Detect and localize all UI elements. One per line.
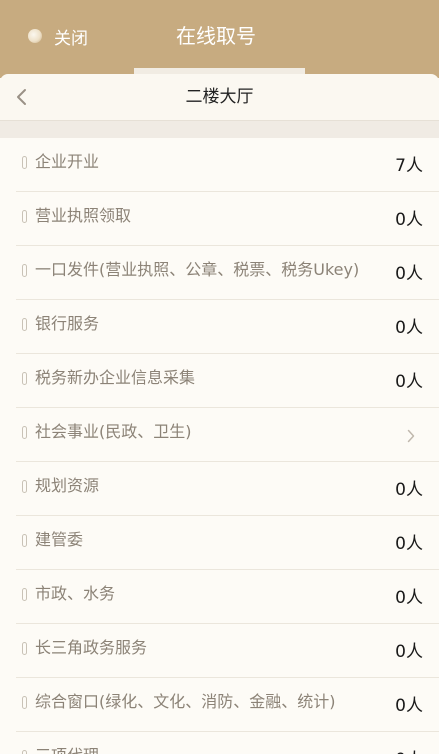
service-name: 建管委 bbox=[35, 530, 84, 549]
service-row[interactable]: 三项代理 0人 bbox=[16, 732, 439, 754]
service-row[interactable]: 银行服务 0人 bbox=[16, 300, 439, 354]
capsule-icon bbox=[22, 696, 27, 709]
service-name: 税务新办企业信息采集 bbox=[35, 368, 196, 387]
service-name: 营业执照领取 bbox=[35, 206, 132, 225]
service-name: 规划资源 bbox=[35, 476, 100, 495]
capsule-icon bbox=[22, 372, 27, 385]
queue-count: 0人 bbox=[395, 372, 423, 392]
service-row[interactable]: 税务新办企业信息采集 0人 bbox=[16, 354, 439, 408]
chevron-left-icon bbox=[17, 89, 26, 105]
back-button[interactable] bbox=[8, 82, 36, 112]
queue-count: 0人 bbox=[395, 534, 423, 554]
service-row[interactable]: 社会事业(民政、卫生) bbox=[16, 408, 439, 462]
service-row[interactable]: 长三角政务服务 0人 bbox=[16, 624, 439, 678]
queue-count: 0人 bbox=[395, 210, 423, 230]
service-list: 企业开业 7人 营业执照领取 0人 一口发件(营业执照、公章、税票、税务Ukey) 0人银… bbox=[0, 138, 439, 754]
service-row[interactable]: 规划资源 0人 bbox=[16, 462, 439, 516]
service-name: 三项代理 bbox=[35, 744, 99, 754]
service-name: 银行服务 bbox=[35, 314, 100, 333]
section-divider bbox=[0, 120, 439, 139]
capsule-icon bbox=[22, 642, 27, 655]
capsule-icon bbox=[22, 588, 27, 601]
queue-count: 0人 bbox=[395, 264, 423, 284]
service-name: 长三角政务服务 bbox=[35, 638, 148, 657]
close-label: 关闭 bbox=[54, 28, 88, 49]
app-title: 在线取号 bbox=[176, 24, 256, 48]
capsule-icon bbox=[22, 264, 27, 277]
service-name: 市政、水务 bbox=[35, 584, 116, 603]
queue-count: 0人 bbox=[395, 748, 423, 754]
nav-bar: 二楼大厅 bbox=[0, 74, 439, 120]
service-row[interactable]: 建管委 0人 bbox=[16, 516, 439, 570]
queue-count: 0人 bbox=[395, 696, 423, 716]
service-name: 一口发件(营业执照、公章、税票、税务Ukey) bbox=[35, 260, 360, 279]
service-name: 综合窗口(绿化、文化、消防、金融、统计) bbox=[35, 692, 336, 711]
queue-count: 0人 bbox=[395, 588, 423, 608]
capsule-icon bbox=[22, 156, 27, 169]
queue-count: 0人 bbox=[395, 318, 423, 338]
service-name: 社会事业(民政、卫生) bbox=[35, 422, 192, 441]
capsule-icon bbox=[22, 534, 27, 547]
capsule-icon bbox=[22, 480, 27, 493]
service-row[interactable]: 综合窗口(绿化、文化、消防、金融、统计) 0人 bbox=[16, 678, 439, 732]
service-row[interactable]: 市政、水务 0人 bbox=[16, 570, 439, 624]
service-name: 企业开业 bbox=[35, 152, 100, 171]
queue-count: 7人 bbox=[395, 156, 423, 176]
close-icon bbox=[28, 29, 42, 43]
queue-count: 0人 bbox=[395, 642, 423, 662]
queue-count: 0人 bbox=[395, 480, 423, 500]
chevron-right-icon bbox=[403, 426, 419, 446]
close-button[interactable]: 关闭 bbox=[28, 18, 88, 54]
service-row[interactable]: 企业开业 7人 bbox=[16, 138, 439, 192]
service-row[interactable]: 一口发件(营业执照、公章、税票、税务Ukey) 0人 bbox=[16, 246, 439, 300]
service-row[interactable]: 营业执照领取 0人 bbox=[16, 192, 439, 246]
page-title: 二楼大厅 bbox=[185, 87, 254, 107]
capsule-icon bbox=[22, 750, 27, 754]
capsule-icon bbox=[22, 318, 27, 331]
top-bar: 关闭 在线取号 bbox=[0, 0, 439, 78]
capsule-icon bbox=[22, 426, 27, 439]
capsule-icon bbox=[22, 210, 27, 223]
